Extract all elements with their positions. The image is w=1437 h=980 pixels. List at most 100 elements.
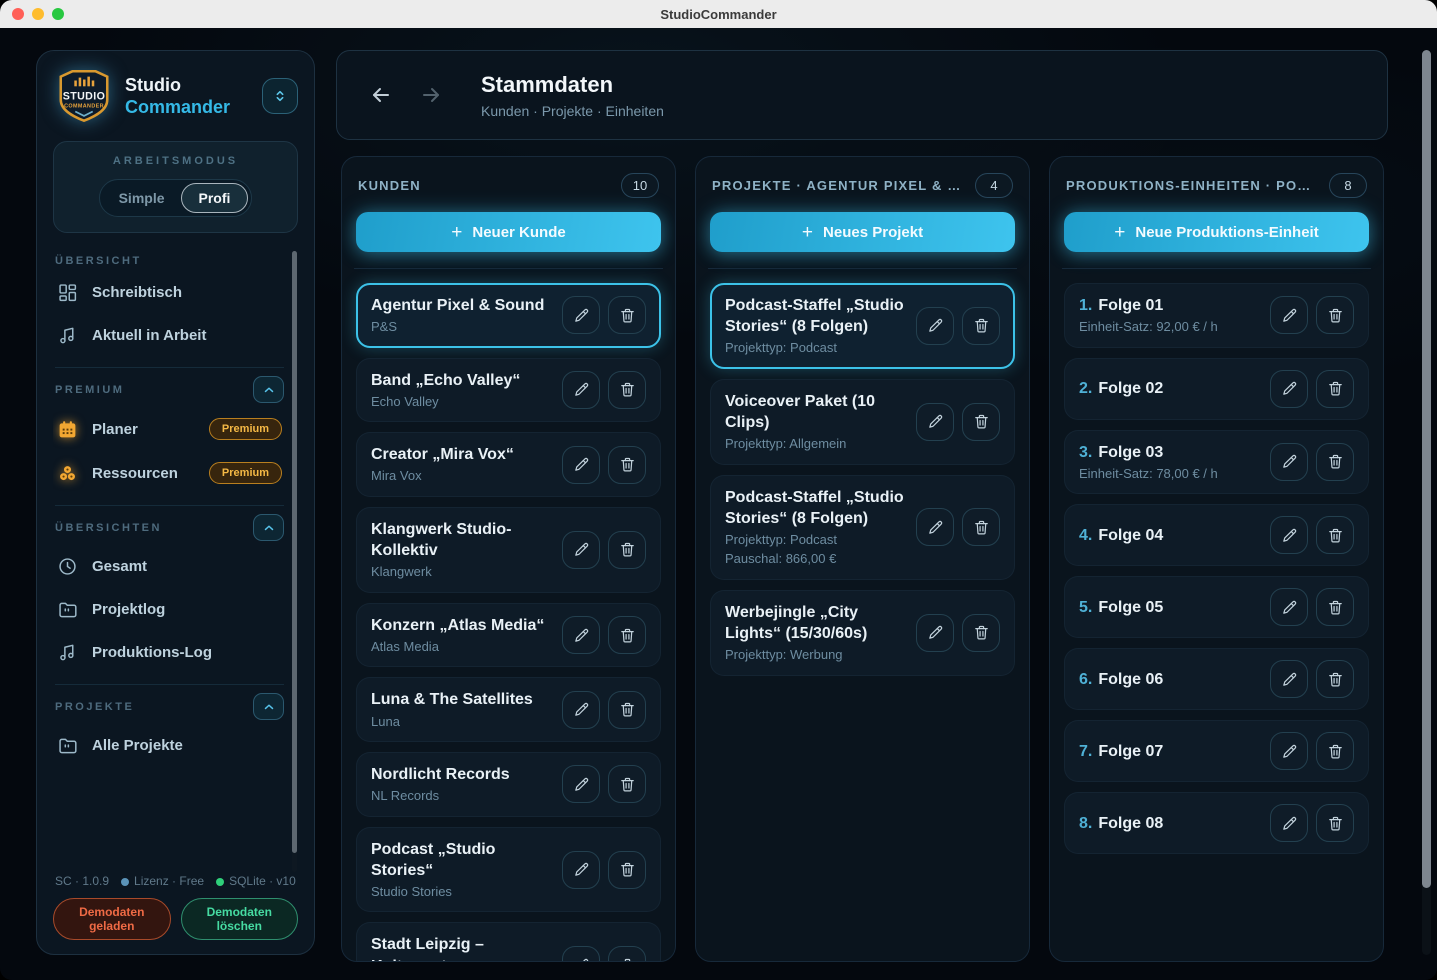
minimize-window-button[interactable] (32, 8, 44, 20)
edit-button[interactable] (1270, 732, 1308, 770)
edit-button[interactable] (562, 296, 600, 334)
main-scrollbar-thumb[interactable] (1422, 50, 1431, 888)
edit-button[interactable] (562, 531, 600, 569)
edit-button[interactable] (1270, 804, 1308, 842)
project-name: Voiceover Paket (10 Clips) (725, 391, 906, 433)
new-project-button[interactable]: + Neues Projekt (710, 212, 1015, 252)
delete-button[interactable] (608, 531, 646, 569)
delete-button[interactable] (608, 946, 646, 962)
sidebar-item-projektlog[interactable]: Projektlog (53, 588, 286, 631)
delete-button[interactable] (1316, 516, 1354, 554)
project-card[interactable]: Podcast-Staffel „Studio Stories“ (8 Folg… (710, 475, 1015, 580)
edit-button[interactable] (562, 371, 600, 409)
delete-button[interactable] (1316, 443, 1354, 481)
delete-button[interactable] (608, 371, 646, 409)
delete-button[interactable] (1316, 804, 1354, 842)
project-card[interactable]: Werbejingle „City Lights“ (15/30/60s) Pr… (710, 590, 1015, 676)
edit-button[interactable] (562, 616, 600, 654)
unit-card[interactable]: 6.Folge 06 (1064, 648, 1369, 710)
customer-card[interactable]: Klangwerk Studio-Kollektiv Klangwerk (356, 507, 661, 593)
edit-button[interactable] (916, 403, 954, 441)
edit-button[interactable] (916, 307, 954, 345)
unit-card[interactable]: 7.Folge 07 (1064, 720, 1369, 782)
calendar-icon (57, 419, 78, 440)
collapse-uebersichten-button[interactable] (253, 514, 284, 541)
sidebar-item-gesamt[interactable]: Gesamt (53, 545, 286, 588)
customer-card[interactable]: Podcast „Studio Stories“ Studio Stories (356, 827, 661, 913)
customer-card[interactable]: Stadt Leipzig – Kulturamt Kulturamt (356, 922, 661, 962)
delete-button[interactable] (608, 296, 646, 334)
sidebar-footer: SC · 1.0.9 Lizenz · Free SQLite · v10 De… (53, 874, 298, 940)
delete-button[interactable] (962, 508, 1000, 546)
customer-card[interactable]: Nordlicht Records NL Records (356, 752, 661, 817)
sidebar-item-planer[interactable]: Planer Premium (53, 407, 286, 451)
maximize-window-button[interactable] (52, 8, 64, 20)
delete-button[interactable] (608, 616, 646, 654)
app-version: SC · 1.0.9 (55, 874, 109, 888)
delete-button[interactable] (962, 614, 1000, 652)
delete-button[interactable] (962, 403, 1000, 441)
sidebar-item-produktions-log[interactable]: Produktions-Log (53, 631, 286, 674)
sidebar-scrollbar-thumb[interactable] (292, 251, 297, 853)
customer-card[interactable]: Konzern „Atlas Media“ Atlas Media (356, 603, 661, 668)
workmode-option-simple[interactable]: Simple (103, 183, 181, 213)
edit-button[interactable] (1270, 296, 1308, 334)
delete-button[interactable] (608, 446, 646, 484)
pencil-icon (573, 456, 590, 473)
unit-rate: Einheit-Satz: 92,00 € / h (1079, 318, 1260, 336)
unit-card[interactable]: 3.Folge 03 Einheit-Satz: 78,00 € / h (1064, 430, 1369, 495)
unit-card[interactable]: 5.Folge 05 (1064, 576, 1369, 638)
edit-button[interactable] (562, 691, 600, 729)
unit-card[interactable]: 2.Folge 02 (1064, 358, 1369, 420)
delete-button[interactable] (1316, 370, 1354, 408)
sidebar-scrollbar[interactable] (292, 251, 297, 872)
close-window-button[interactable] (12, 8, 24, 20)
delete-button[interactable] (608, 691, 646, 729)
delete-button[interactable] (962, 307, 1000, 345)
edit-button[interactable] (562, 946, 600, 962)
unit-card[interactable]: 1.Folge 01 Einheit-Satz: 92,00 € / h (1064, 283, 1369, 348)
divider (354, 268, 663, 269)
edit-button[interactable] (1270, 443, 1308, 481)
edit-button[interactable] (1270, 588, 1308, 626)
delete-button[interactable] (1316, 660, 1354, 698)
project-card[interactable]: Podcast-Staffel „Studio Stories“ (8 Folg… (710, 283, 1015, 369)
delete-button[interactable] (1316, 588, 1354, 626)
unit-card[interactable]: 8.Folge 08 (1064, 792, 1369, 854)
main-scrollbar[interactable] (1422, 50, 1431, 955)
edit-button[interactable] (1270, 370, 1308, 408)
new-production-unit-button[interactable]: + Neue Produktions-Einheit (1064, 212, 1369, 252)
demo-data-loaded-button[interactable]: Demodaten geladen (53, 898, 171, 940)
edit-button[interactable] (562, 446, 600, 484)
collapse-projekte-button[interactable] (253, 693, 284, 720)
customer-card[interactable]: Band „Echo Valley“ Echo Valley (356, 358, 661, 423)
unit-name: Folge 01 (1098, 297, 1163, 314)
demo-data-delete-button[interactable]: Demodaten löschen (181, 898, 299, 940)
sidebar-item-aktuell-in-arbeit[interactable]: Aktuell in Arbeit (53, 314, 286, 357)
workspace-switcher-button[interactable] (262, 78, 298, 114)
new-customer-button[interactable]: + Neuer Kunde (356, 212, 661, 252)
edit-button[interactable] (916, 508, 954, 546)
unit-card[interactable]: 4.Folge 04 (1064, 504, 1369, 566)
edit-button[interactable] (562, 765, 600, 803)
sidebar-item-alle-projekte[interactable]: Alle Projekte (53, 724, 286, 767)
customer-card[interactable]: Agentur Pixel & Sound P&S (356, 283, 661, 348)
sidebar-item-ressourcen[interactable]: Ressourcen Premium (53, 451, 286, 495)
sidebar: STUDIO COMMANDER Studio Commander ARBEIT… (36, 50, 315, 955)
edit-button[interactable] (1270, 660, 1308, 698)
back-button[interactable] (365, 79, 397, 111)
sidebar-item-schreibtisch[interactable]: Schreibtisch (53, 271, 286, 314)
edit-button[interactable] (562, 851, 600, 889)
forward-button[interactable] (415, 79, 447, 111)
workmode-option-profi[interactable]: Profi (181, 183, 249, 213)
edit-button[interactable] (1270, 516, 1308, 554)
edit-button[interactable] (916, 614, 954, 652)
delete-button[interactable] (608, 765, 646, 803)
collapse-premium-button[interactable] (253, 376, 284, 403)
project-card[interactable]: Voiceover Paket (10 Clips) Projekttyp: A… (710, 379, 1015, 465)
delete-button[interactable] (1316, 732, 1354, 770)
customer-card[interactable]: Creator „Mira Vox“ Mira Vox (356, 432, 661, 497)
delete-button[interactable] (608, 851, 646, 889)
delete-button[interactable] (1316, 296, 1354, 334)
customer-card[interactable]: Luna & The Satellites Luna (356, 677, 661, 742)
